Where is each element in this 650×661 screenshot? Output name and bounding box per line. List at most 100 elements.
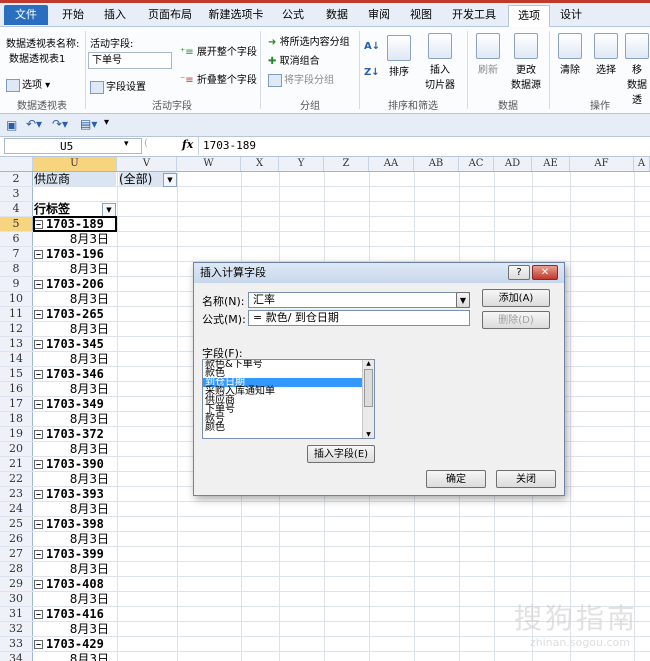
- collapse-toggle-icon[interactable]: −: [34, 220, 43, 229]
- tab-options[interactable]: 选项: [508, 5, 550, 27]
- row-header[interactable]: 15: [0, 367, 33, 381]
- row-header[interactable]: 11: [0, 307, 33, 321]
- row-header[interactable]: 24: [0, 502, 33, 516]
- pivot-item-cell[interactable]: −1703-429: [34, 637, 104, 651]
- date-cell[interactable]: 8月3日: [34, 562, 109, 576]
- row-header[interactable]: 22: [0, 472, 33, 486]
- pivot-item-cell[interactable]: −1703-345: [34, 337, 104, 351]
- pivot-item-cell[interactable]: −1703-206: [34, 277, 104, 291]
- tab-data[interactable]: 数据: [320, 5, 354, 25]
- name-combobox[interactable]: 汇率: [248, 292, 470, 308]
- pivot-item-cell[interactable]: −1703-196: [34, 247, 104, 261]
- collapse-toggle-icon[interactable]: −: [34, 280, 43, 289]
- active-field-input[interactable]: 下单号: [88, 52, 172, 69]
- tab-developer[interactable]: 开发工具: [446, 5, 502, 25]
- row-header[interactable]: 16: [0, 382, 33, 396]
- row-header[interactable]: 2: [0, 172, 33, 186]
- help-button[interactable]: ?: [508, 265, 530, 280]
- customize-qat-icon[interactable]: ▾: [104, 117, 109, 128]
- pivot-item-cell[interactable]: −1703-398: [34, 517, 104, 531]
- tab-new[interactable]: 新建选项卡: [204, 5, 268, 25]
- options-button[interactable]: 选项 ▾: [6, 76, 50, 92]
- field-settings-button[interactable]: 字段设置: [90, 78, 146, 94]
- tab-page-layout[interactable]: 页面布局: [142, 5, 198, 25]
- refresh-button[interactable]: 刷新: [472, 33, 504, 76]
- sort-az-icon[interactable]: A↓: [364, 41, 380, 52]
- formula-input[interactable]: = 款色/ 到仓日期: [248, 310, 470, 326]
- pivot-item-cell[interactable]: −1703-408: [34, 577, 104, 591]
- column-header[interactable]: X: [241, 157, 279, 171]
- date-cell[interactable]: 8月3日: [34, 592, 109, 606]
- date-cell[interactable]: 8月3日: [34, 412, 109, 426]
- collapse-toggle-icon[interactable]: −: [34, 430, 43, 439]
- column-header[interactable]: U: [33, 157, 117, 171]
- tab-insert[interactable]: 插入: [98, 5, 132, 25]
- date-cell[interactable]: 8月3日: [34, 442, 109, 456]
- column-header[interactable]: AF: [570, 157, 634, 171]
- tab-home[interactable]: 开始: [56, 5, 90, 25]
- row-header[interactable]: 34: [0, 652, 33, 661]
- scroll-thumb[interactable]: [364, 369, 373, 407]
- insert-slicer-button[interactable]: 插入 切片器: [420, 33, 460, 91]
- name-box-dropdown-icon[interactable]: ▾: [124, 139, 129, 149]
- row-header[interactable]: 6: [0, 232, 33, 246]
- clear-button[interactable]: 清除: [554, 33, 586, 76]
- row-header[interactable]: 28: [0, 562, 33, 576]
- column-header[interactable]: Y: [279, 157, 324, 171]
- field-option[interactable]: 款色&下单号: [203, 360, 374, 370]
- row-labels-filter-icon[interactable]: ▼: [102, 203, 116, 217]
- row-header[interactable]: 33: [0, 637, 33, 651]
- row-header[interactable]: 29: [0, 577, 33, 591]
- row-header[interactable]: 23: [0, 487, 33, 501]
- field-option[interactable]: 颜色: [203, 423, 374, 433]
- tab-design[interactable]: 设计: [554, 5, 588, 25]
- group-selection-button[interactable]: ➜ 将所选内容分组: [268, 33, 350, 48]
- collapse-toggle-icon[interactable]: −: [34, 370, 43, 379]
- pivot-item-cell[interactable]: −1703-346: [34, 367, 104, 381]
- column-header[interactable]: V: [117, 157, 177, 171]
- column-header[interactable]: A: [634, 157, 650, 171]
- save-icon[interactable]: ▣: [6, 118, 17, 132]
- redo-icon[interactable]: ↷▾: [52, 117, 68, 131]
- row-header[interactable]: 14: [0, 352, 33, 366]
- date-cell[interactable]: 8月3日: [34, 382, 109, 396]
- add-button[interactable]: 添加(A): [482, 289, 550, 307]
- row-header[interactable]: 26: [0, 532, 33, 546]
- column-header[interactable]: AD: [494, 157, 532, 171]
- row-header[interactable]: 4: [0, 202, 33, 216]
- column-header[interactable]: AE: [532, 157, 570, 171]
- collapse-toggle-icon[interactable]: −: [34, 460, 43, 469]
- date-cell[interactable]: 8月3日: [34, 532, 109, 546]
- pivot-item-cell[interactable]: −1703-189: [33, 216, 117, 232]
- row-header[interactable]: 7: [0, 247, 33, 261]
- ungroup-button[interactable]: ✚ 取消组合: [268, 52, 320, 67]
- row-header[interactable]: 31: [0, 607, 33, 621]
- field-option[interactable]: 下单号: [203, 405, 374, 415]
- column-header[interactable]: W: [177, 157, 241, 171]
- fx-icon[interactable]: fx: [182, 138, 193, 151]
- row-header[interactable]: 19: [0, 427, 33, 441]
- field-option[interactable]: 款号: [203, 414, 374, 424]
- formula-input[interactable]: 1703-189: [198, 137, 650, 155]
- undo-icon[interactable]: ↶▾: [26, 117, 42, 131]
- ok-button[interactable]: 确定: [426, 470, 486, 488]
- function-wizard-dropdown[interactable]: (: [144, 138, 148, 149]
- row-header[interactable]: 30: [0, 592, 33, 606]
- pivot-name-input[interactable]: 数据透视表1: [6, 52, 82, 69]
- row-header[interactable]: 21: [0, 457, 33, 471]
- row-header[interactable]: 9: [0, 277, 33, 291]
- pivot-item-cell[interactable]: −1703-393: [34, 487, 104, 501]
- supplier-label-cell[interactable]: 供应商: [34, 172, 116, 186]
- date-cell[interactable]: 8月3日: [34, 352, 109, 366]
- column-header[interactable]: AB: [414, 157, 459, 171]
- expand-field-button[interactable]: ⁺≡ 展开整个字段: [180, 43, 257, 58]
- collapse-toggle-icon[interactable]: −: [34, 250, 43, 259]
- date-cell[interactable]: 8月3日: [34, 502, 109, 516]
- collapse-toggle-icon[interactable]: −: [34, 310, 43, 319]
- row-header[interactable]: 12: [0, 322, 33, 336]
- column-header[interactable]: Z: [324, 157, 369, 171]
- collapse-toggle-icon[interactable]: −: [34, 610, 43, 619]
- tab-view[interactable]: 视图: [404, 5, 438, 25]
- select-button[interactable]: 选择: [590, 33, 622, 76]
- date-cell[interactable]: 8月3日: [34, 322, 109, 336]
